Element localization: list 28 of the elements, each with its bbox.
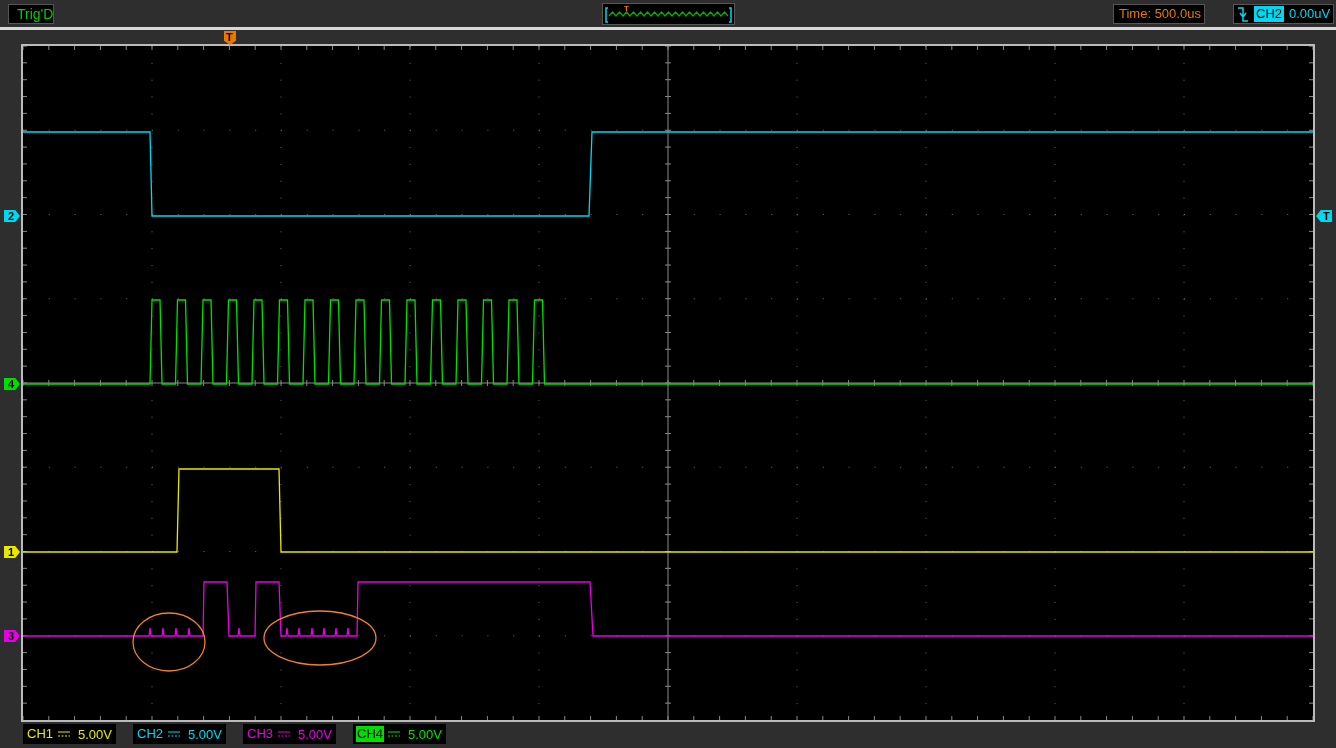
channel-marker[interactable]: 2 — [4, 210, 20, 222]
channel-name: CH4 — [356, 726, 384, 742]
channel-name: CH2 — [136, 726, 164, 742]
channel-scale-panel[interactable]: CH1 5.00V — [23, 724, 116, 744]
dc-coupling-icon — [388, 730, 400, 738]
dc-coupling-icon — [58, 730, 70, 738]
channel-name: CH1 — [26, 726, 54, 742]
trigger-status: Trig'D — [8, 3, 54, 24]
channel-scale: 5.00V — [188, 726, 222, 742]
channel-marker[interactable]: 1 — [4, 546, 20, 558]
trigger-position-marker[interactable]: T — [224, 31, 236, 45]
channel-marker[interactable]: 3 — [4, 630, 20, 642]
overview-trigger-marker: T — [624, 3, 629, 13]
timebase-readout: Time: 500.0us — [1113, 3, 1205, 24]
trigger-channel: CH2 — [1254, 5, 1284, 22]
channel-scale: 5.00V — [298, 726, 332, 742]
trigger-level: 0.00uV — [1289, 6, 1331, 21]
channel-scale: 5.00V — [78, 726, 112, 742]
channel-scale-panel[interactable]: CH2 5.00V — [133, 724, 226, 744]
channel-scale-panel[interactable]: CH3 5.00V — [243, 724, 336, 744]
falling-edge-icon — [1237, 4, 1249, 23]
channel-scale-panel[interactable]: CH4 5.00V — [353, 724, 446, 744]
dc-coupling-icon — [168, 730, 180, 738]
dc-coupling-icon — [278, 730, 290, 738]
trigger-level-marker[interactable]: T — [1316, 210, 1332, 222]
channel-name: CH3 — [246, 726, 274, 742]
channel-marker[interactable]: 4 — [4, 378, 20, 390]
channel-scale: 5.00V — [408, 726, 442, 742]
